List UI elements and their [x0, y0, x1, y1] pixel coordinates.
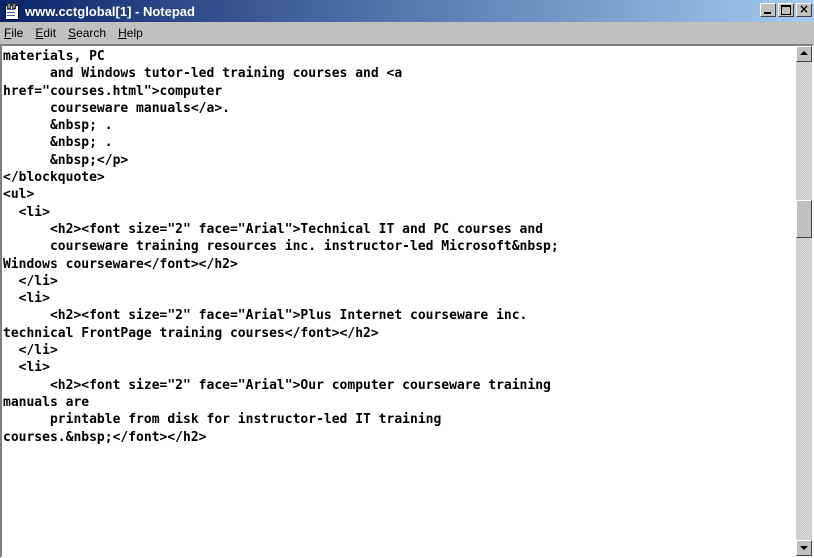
text-line: courses.&nbsp;</font></h2> [3, 429, 207, 445]
close-icon: × [798, 2, 810, 16]
menu-file[interactable]: File [0, 26, 29, 40]
text-line: courseware training resources inc. instr… [3, 239, 559, 255]
menu-bar: File Edit Search Help [0, 24, 814, 42]
text-line: &nbsp;</p> [3, 152, 129, 168]
text-line: href="courses.html">computer [3, 83, 223, 99]
document-text: materials, PC and Windows tutor-led trai… [2, 46, 796, 446]
maximize-icon [781, 5, 791, 15]
vertical-scrollbar[interactable] [796, 46, 812, 556]
text-line: printable from disk for instructor-led I… [3, 412, 442, 428]
scrollbar-thumb[interactable] [796, 200, 812, 238]
text-line: <ul> [3, 187, 35, 203]
notepad-icon[interactable] [4, 3, 20, 20]
text-line: manuals are [3, 394, 90, 410]
text-line: <li> [3, 360, 50, 376]
window-title: www.cctglobal[1] - Notepad [25, 3, 195, 19]
menu-edit[interactable]: Edit [29, 26, 62, 40]
text-editor[interactable]: materials, PC and Windows tutor-led trai… [2, 46, 796, 556]
scroll-down-button[interactable] [796, 540, 812, 556]
text-line: <li> [3, 291, 50, 307]
text-line: <h2><font size="2" face="Arial">Technica… [3, 221, 544, 237]
title-bar[interactable]: www.cctglobal[1] - Notepad × [0, 0, 814, 22]
text-line: and Windows tutor-led training courses a… [3, 66, 403, 82]
text-line: <h2><font size="2" face="Arial">Our comp… [3, 377, 551, 393]
text-line: materials, PC [3, 49, 105, 64]
scroll-up-arrow-icon [800, 51, 808, 55]
text-line: </li> [3, 343, 58, 359]
minimize-button[interactable] [760, 3, 776, 17]
text-line: Windows courseware</font></h2> [3, 256, 238, 272]
text-line: </li> [3, 273, 58, 289]
text-line: &nbsp; . [3, 118, 113, 134]
text-line: &nbsp; . [3, 135, 113, 151]
text-line: technical FrontPage training courses</fo… [3, 325, 379, 341]
scroll-down-arrow-icon [800, 546, 808, 550]
menu-help[interactable]: Help [112, 26, 149, 40]
maximize-button[interactable] [778, 3, 794, 17]
minimize-icon [764, 12, 771, 14]
text-line: <h2><font size="2" face="Arial">Plus Int… [3, 308, 528, 324]
window-controls: × [758, 2, 812, 17]
text-line: <li> [3, 204, 50, 220]
scroll-up-button[interactable] [796, 46, 812, 62]
menu-search[interactable]: Search [62, 26, 112, 40]
text-line: </blockquote> [3, 170, 105, 186]
editor-frame: materials, PC and Windows tutor-led trai… [0, 44, 814, 558]
notepad-window: www.cctglobal[1] - Notepad × File Edit S… [0, 0, 814, 558]
text-line: courseware manuals</a>. [3, 100, 230, 116]
close-button[interactable]: × [796, 2, 812, 17]
